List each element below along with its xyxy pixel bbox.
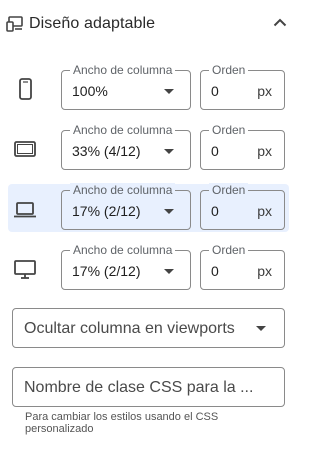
desktop-icon xyxy=(14,260,36,279)
column-width-value: 17% (2/12) xyxy=(72,203,141,219)
column-width-select[interactable]: Ancho de columna 33% (4/12) xyxy=(61,123,191,170)
css-class-input[interactable]: Nombre de clase CSS para la ... xyxy=(12,367,285,407)
dropdown-arrow-icon xyxy=(164,209,174,214)
column-width-value: 17% (2/12) xyxy=(72,263,141,279)
column-width-select[interactable]: Ancho de columna 100% xyxy=(61,63,191,110)
dropdown-arrow-icon xyxy=(256,326,266,331)
responsive-row-desktop: Ancho de columna 17% (2/12) Orden 0 px xyxy=(8,243,289,292)
dropdown-arrow-icon xyxy=(164,149,174,154)
section-title: Diseño adaptable xyxy=(29,15,156,32)
tablet-icon xyxy=(14,141,36,157)
order-unit: px xyxy=(257,83,272,99)
responsive-devices-icon xyxy=(6,16,23,32)
column-width-label: Ancho de columna xyxy=(70,63,176,77)
order-input[interactable]: Orden 0 px xyxy=(200,183,285,230)
order-value: 0 xyxy=(211,203,219,219)
column-width-value: 33% (4/12) xyxy=(72,143,141,159)
responsive-row-tablet: Ancho de columna 33% (4/12) Orden 0 px xyxy=(8,123,289,172)
section-header[interactable]: Diseño adaptable xyxy=(0,0,298,48)
column-width-label: Ancho de columna xyxy=(70,243,176,257)
responsive-row-laptop: Ancho de columna 17% (2/12) Orden 0 px xyxy=(8,183,289,232)
chevron-up-icon[interactable] xyxy=(273,17,287,27)
laptop-icon xyxy=(14,202,36,218)
dropdown-arrow-icon xyxy=(164,89,174,94)
order-input[interactable]: Orden 0 px xyxy=(200,63,285,110)
mobile-icon xyxy=(19,78,32,100)
column-width-select[interactable]: Ancho de columna 17% (2/12) xyxy=(61,243,191,290)
order-input[interactable]: Orden 0 px xyxy=(200,123,285,170)
order-label: Orden xyxy=(209,243,249,257)
responsive-row-mobile: Ancho de columna 100% Orden 0 px xyxy=(8,63,289,112)
column-width-select[interactable]: Ancho de columna 17% (2/12) xyxy=(61,183,191,230)
order-label: Orden xyxy=(209,183,249,197)
order-value: 0 xyxy=(211,143,219,159)
order-value: 0 xyxy=(211,263,219,279)
order-value: 0 xyxy=(211,83,219,99)
css-class-help-text: Para cambiar los estilos usando el CSS p… xyxy=(25,411,219,435)
column-width-value: 100% xyxy=(72,83,108,99)
hide-column-viewports-select[interactable]: Ocultar columna en viewports xyxy=(12,308,285,348)
order-unit: px xyxy=(257,203,272,219)
hide-column-placeholder: Ocultar columna en viewports xyxy=(24,320,235,337)
column-width-label: Ancho de columna xyxy=(70,123,176,137)
order-label: Orden xyxy=(209,63,249,77)
dropdown-arrow-icon xyxy=(164,269,174,274)
order-unit: px xyxy=(257,263,272,279)
order-input[interactable]: Orden 0 px xyxy=(200,243,285,290)
order-unit: px xyxy=(257,143,272,159)
column-width-label: Ancho de columna xyxy=(70,183,176,197)
css-class-placeholder: Nombre de clase CSS para la ... xyxy=(24,379,254,396)
order-label: Orden xyxy=(209,123,249,137)
